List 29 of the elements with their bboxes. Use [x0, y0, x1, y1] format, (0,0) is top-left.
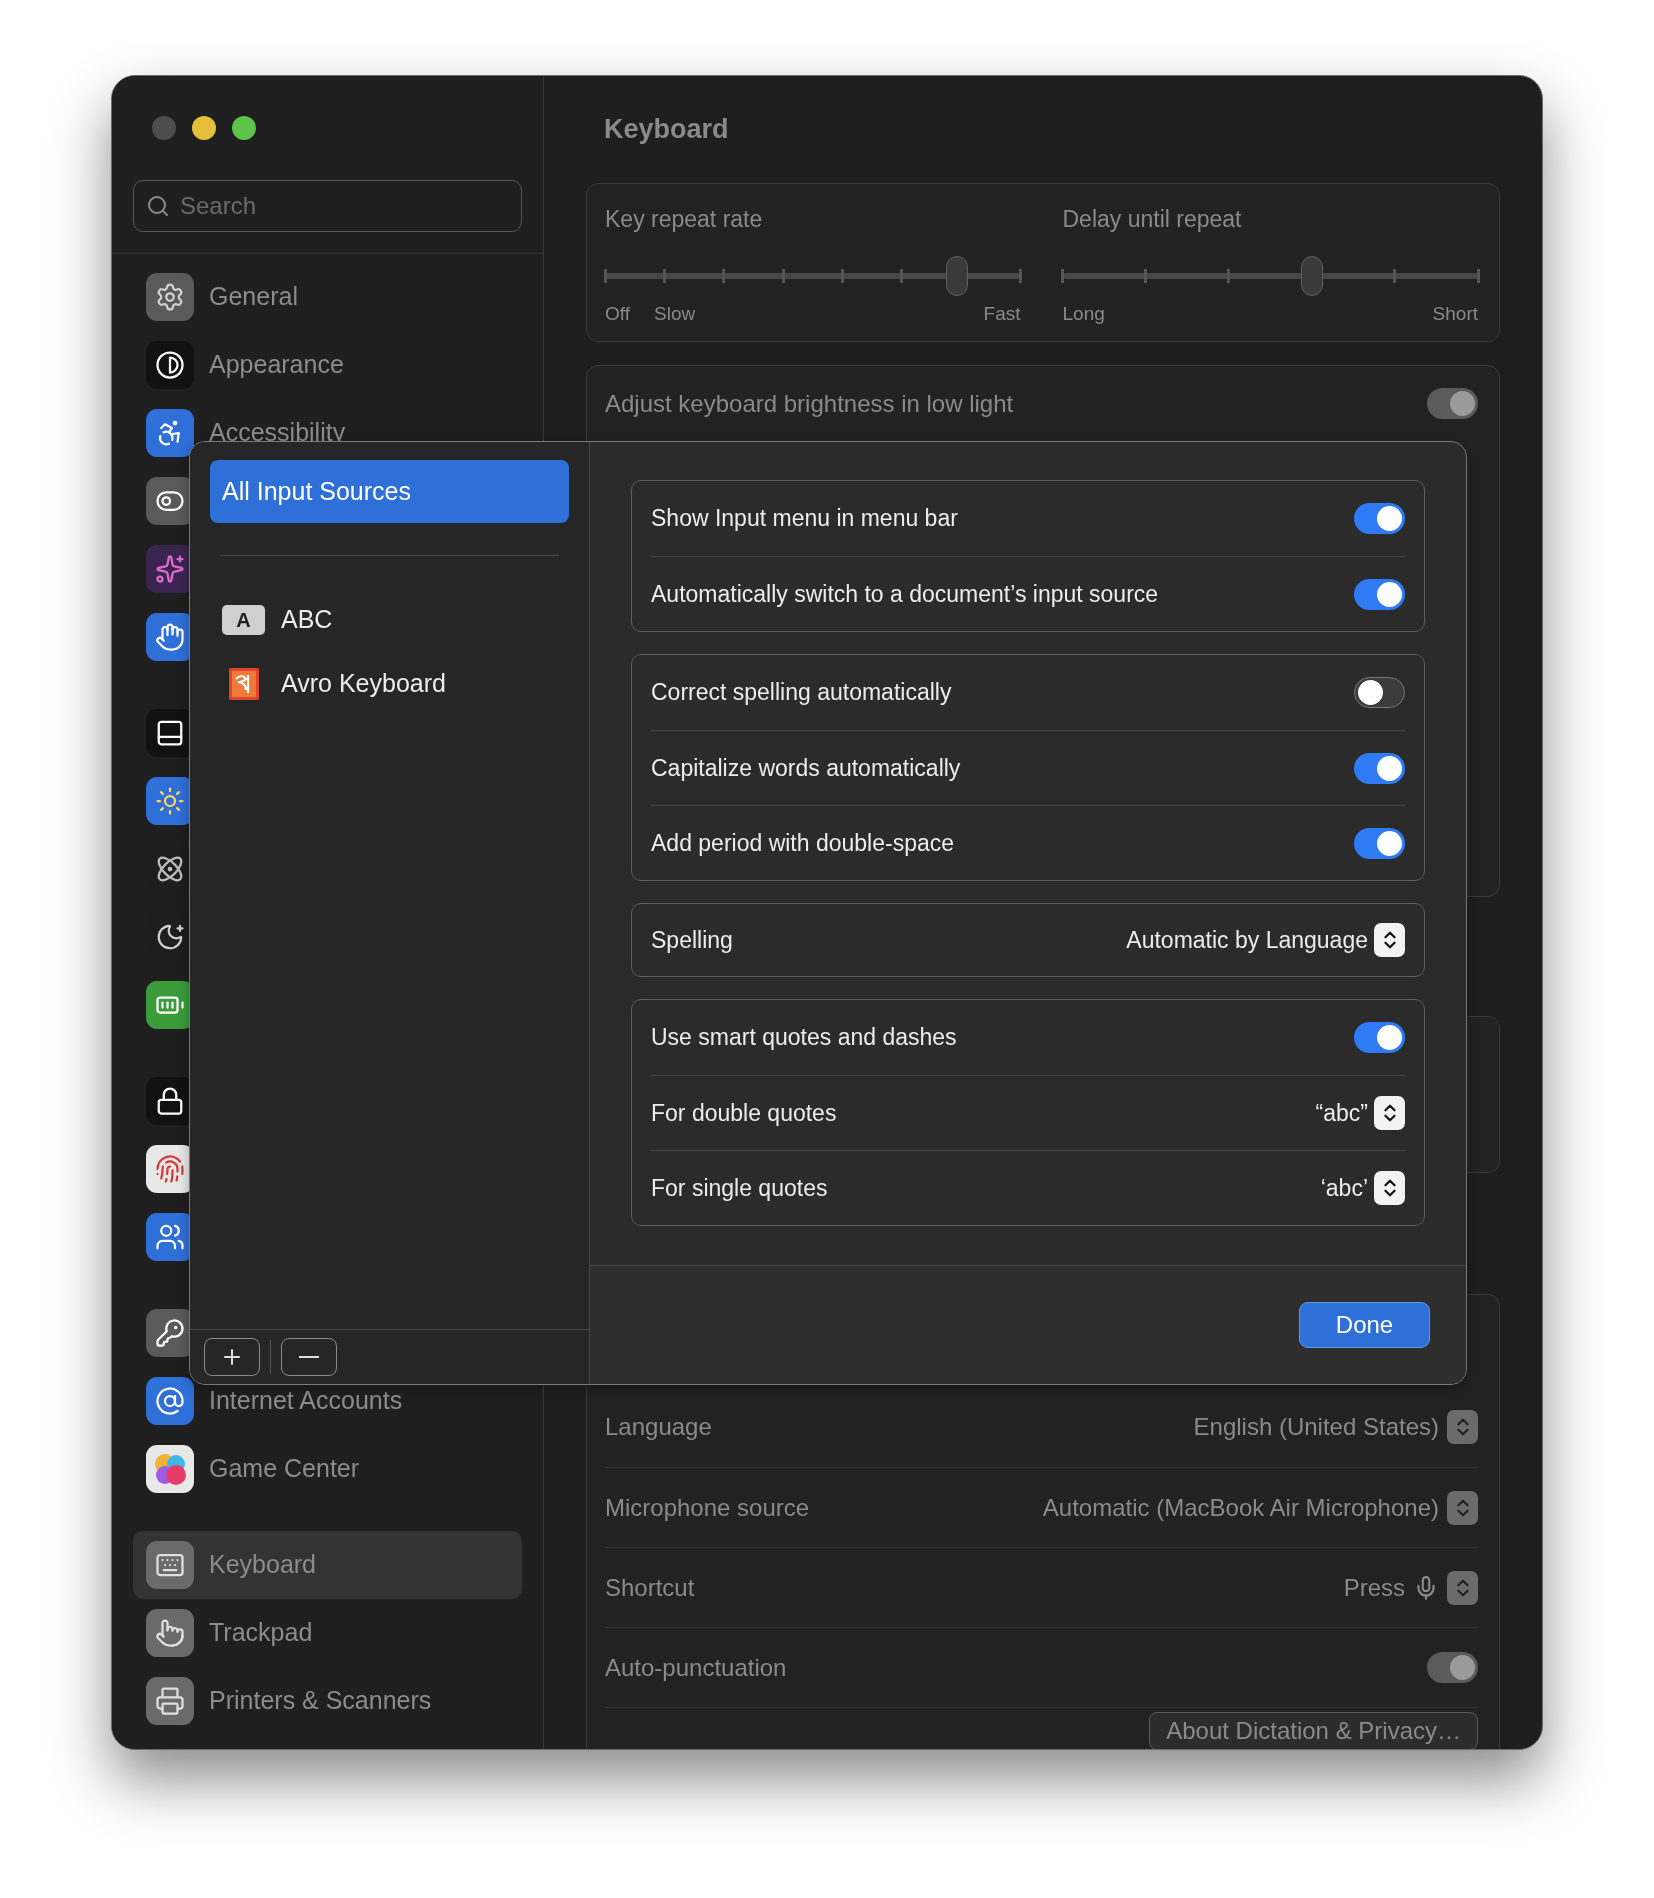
- row-label: Auto-punctuation: [605, 1652, 787, 1683]
- slider-end-label: Slow: [654, 302, 696, 326]
- row-label: Language: [605, 1412, 712, 1442]
- select-value: Press: [1343, 1572, 1405, 1603]
- slider-end-label: Short: [1432, 302, 1478, 326]
- setting-label: Add period with double-space: [651, 828, 955, 858]
- select-value: “abc”: [1315, 1098, 1368, 1128]
- row-label: Shortcut: [605, 1572, 695, 1603]
- letter-icon: A: [222, 605, 265, 635]
- select-value: English (United States): [1193, 1412, 1439, 1442]
- row-label: Microphone source: [605, 1492, 810, 1523]
- row-label: Adjust keyboard brightness in low light: [605, 388, 1014, 419]
- setting-label: Spelling: [651, 925, 733, 955]
- slider-label: Key repeat rate: [605, 205, 764, 234]
- setting-label: For single quotes: [651, 1173, 828, 1203]
- setting-label: Correct spelling automatically: [651, 678, 952, 708]
- select-value: Automatic (MacBook Air Microphone): [1042, 1492, 1439, 1523]
- select-value: ‘abc’: [1320, 1173, 1368, 1203]
- select-value: Automatic by Language: [1126, 925, 1368, 955]
- setting-label: For double quotes: [651, 1098, 837, 1128]
- setting-label: Show Input menu in menu bar: [651, 504, 958, 534]
- setting-label: Use smart quotes and dashes: [651, 1023, 957, 1053]
- slider-end-label: Long: [1062, 302, 1105, 326]
- slider-label: Delay until repeat: [1062, 205, 1243, 234]
- setting-label: Capitalize words automatically: [651, 753, 961, 783]
- slider-end-label: Fast: [983, 302, 1021, 326]
- setting-label: Automatically switch to a document’s input source: [651, 579, 1159, 609]
- slider-end-label: Off: [605, 302, 630, 326]
- page-title: Keyboard: [604, 113, 729, 147]
